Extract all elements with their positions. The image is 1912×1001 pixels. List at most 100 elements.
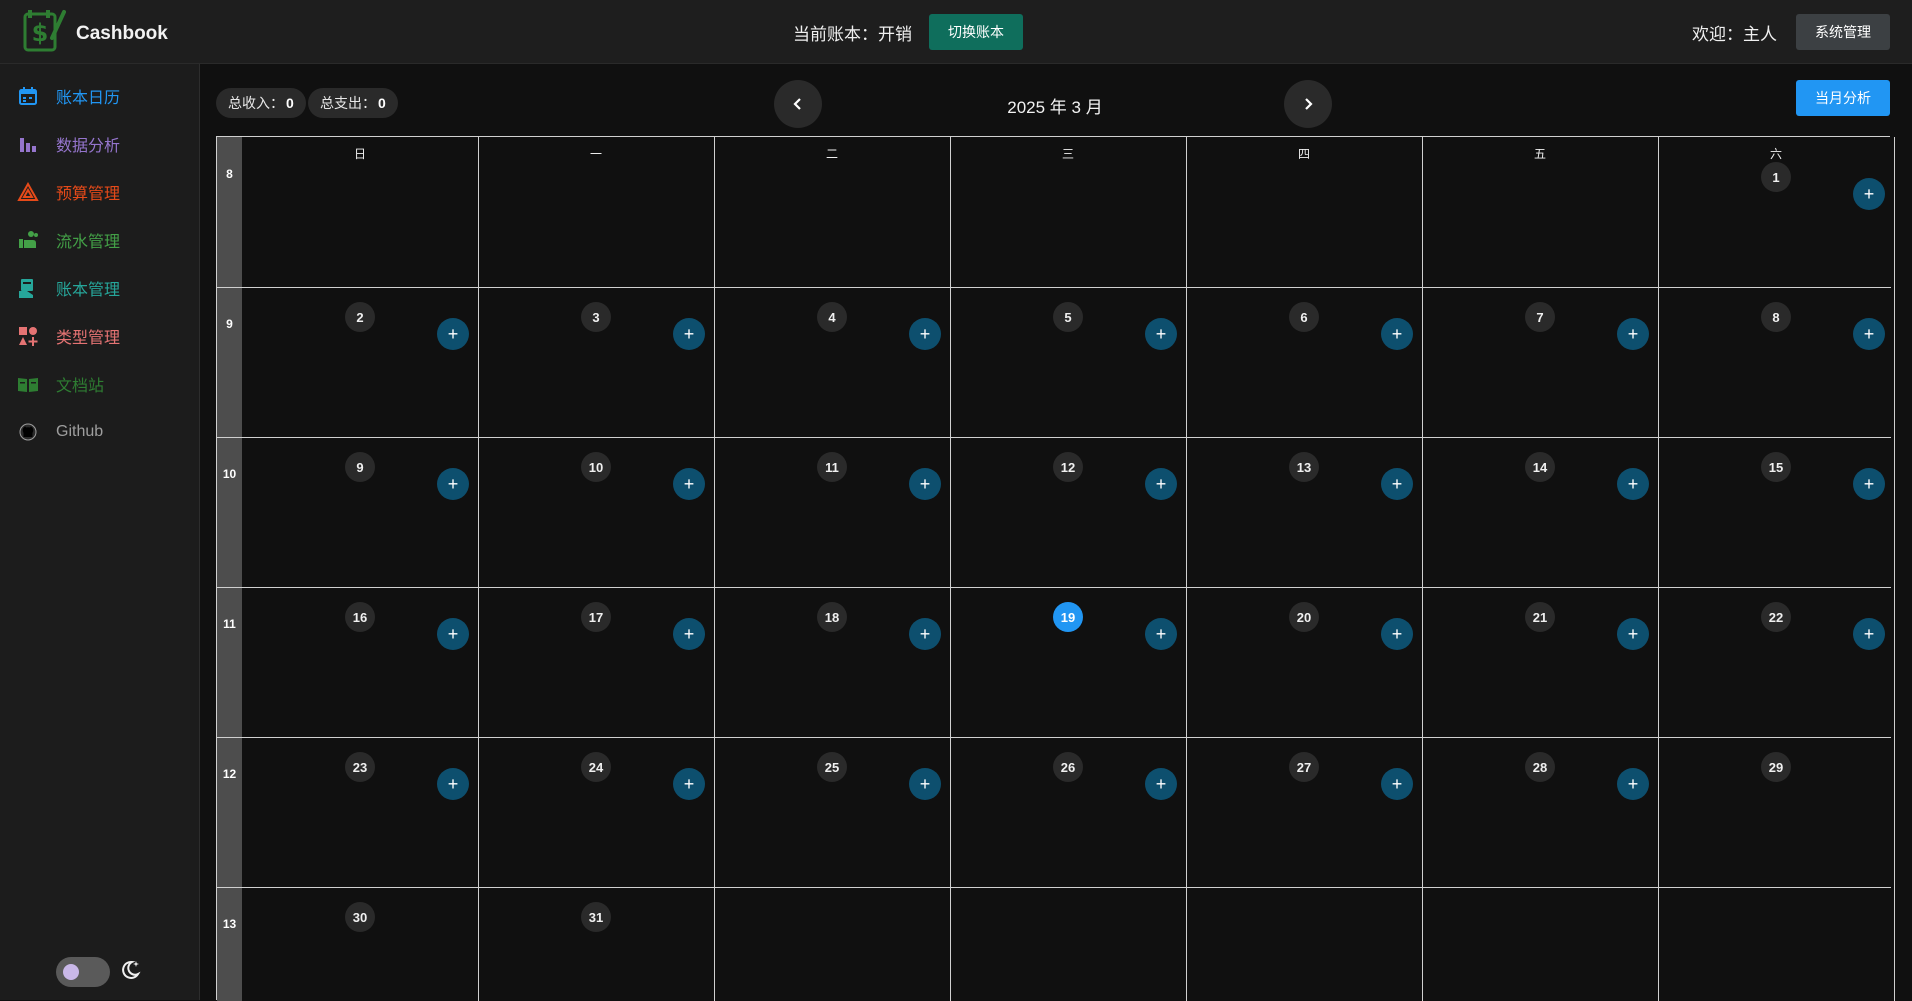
sidebar-item-analysis[interactable]: 数据分析 bbox=[0, 124, 200, 164]
day-number: 1 bbox=[1761, 162, 1791, 192]
month-title: 2025 年 3 月 bbox=[1007, 98, 1103, 117]
sidebar-item-budget[interactable]: 预算管理 bbox=[0, 172, 200, 212]
day-number: 6 bbox=[1289, 302, 1319, 332]
book-open-icon bbox=[16, 372, 40, 396]
brand-title: Cashbook bbox=[76, 23, 168, 44]
sidebar-item-label: 账本日历 bbox=[56, 90, 121, 107]
sidebar-item-label: 预算管理 bbox=[56, 186, 121, 203]
moon-icon bbox=[122, 960, 141, 979]
add-entry-button[interactable]: + bbox=[1617, 318, 1649, 350]
add-entry-button[interactable]: + bbox=[1853, 618, 1885, 650]
add-entry-button[interactable]: + bbox=[437, 618, 469, 650]
day-number: 18 bbox=[817, 602, 847, 632]
theme-toggle[interactable] bbox=[56, 957, 110, 987]
day-number: 14 bbox=[1525, 452, 1555, 482]
add-entry-button[interactable]: + bbox=[437, 768, 469, 800]
sidebar-item-books[interactable]: 账本管理 bbox=[0, 268, 200, 308]
grid-vline bbox=[1422, 137, 1423, 1001]
add-entry-button[interactable]: + bbox=[1853, 178, 1885, 210]
day-number: 25 bbox=[817, 752, 847, 782]
add-entry-button[interactable]: + bbox=[437, 318, 469, 350]
expense-value: 0 bbox=[378, 95, 386, 111]
week-number: 9 bbox=[226, 317, 233, 331]
cashbook-logo-icon: $ bbox=[23, 10, 66, 52]
add-entry-button[interactable]: + bbox=[1853, 318, 1885, 350]
prev-month-button[interactable] bbox=[774, 80, 822, 128]
grid-hline bbox=[217, 437, 1891, 438]
sidebar-item-calendar[interactable]: 账本日历 bbox=[0, 76, 200, 116]
day-number: 11 bbox=[817, 452, 847, 482]
add-entry-button[interactable]: + bbox=[1145, 618, 1177, 650]
day-number: 7 bbox=[1525, 302, 1555, 332]
sidebar-item-docs[interactable]: 文档站 bbox=[0, 364, 200, 404]
day-number: 31 bbox=[581, 902, 611, 932]
sidebar-item-types[interactable]: 类型管理 bbox=[0, 316, 200, 356]
day-number: 28 bbox=[1525, 752, 1555, 782]
grid-vline bbox=[1894, 137, 1895, 1001]
top-bar: $ Cashbook 当前账本：开销 切换账本 欢迎：主人 系统管理 bbox=[0, 0, 1912, 64]
calendar-grid: 日 一 二 三 四 五 六 8 1 +9 2 +3 +4 +5 +6 +7 +8 +10 9 +10 +11 +12 +13… bbox=[216, 136, 1895, 1001]
day-number: 24 bbox=[581, 752, 611, 782]
add-entry-button[interactable]: + bbox=[1145, 768, 1177, 800]
add-entry-button[interactable]: + bbox=[673, 318, 705, 350]
sidebar-item-label: 类型管理 bbox=[56, 330, 121, 347]
day-number: 21 bbox=[1525, 602, 1555, 632]
welcome-text: 欢迎：主人 bbox=[1692, 25, 1777, 44]
day-number: 5 bbox=[1053, 302, 1083, 332]
add-entry-button[interactable]: + bbox=[1617, 468, 1649, 500]
sidebar-item-label: 数据分析 bbox=[56, 138, 121, 155]
weekday-header: 三 bbox=[1061, 147, 1074, 161]
add-entry-button[interactable]: + bbox=[1853, 468, 1885, 500]
add-entry-button[interactable]: + bbox=[1617, 618, 1649, 650]
day-number: 17 bbox=[581, 602, 611, 632]
system-settings-button[interactable]: 系统管理 bbox=[1796, 14, 1890, 50]
add-entry-button[interactable]: + bbox=[909, 318, 941, 350]
month-analysis-button[interactable]: 当月分析 bbox=[1796, 80, 1890, 116]
add-entry-button[interactable]: + bbox=[1617, 768, 1649, 800]
income-value: 0 bbox=[286, 95, 294, 111]
sidebar-item-label: 流水管理 bbox=[56, 234, 121, 251]
add-entry-button[interactable]: + bbox=[1381, 618, 1413, 650]
weekday-header: 一 bbox=[589, 147, 602, 161]
add-entry-button[interactable]: + bbox=[909, 768, 941, 800]
today-day-number: 19 bbox=[1053, 602, 1083, 632]
add-entry-button[interactable]: + bbox=[1145, 468, 1177, 500]
chevron-right-icon bbox=[1305, 98, 1313, 110]
next-month-button[interactable] bbox=[1284, 80, 1332, 128]
add-entry-button[interactable]: + bbox=[673, 618, 705, 650]
day-number: 12 bbox=[1053, 452, 1083, 482]
day-number: 23 bbox=[345, 752, 375, 782]
week-number: 10 bbox=[222, 467, 237, 481]
add-entry-button[interactable]: + bbox=[1381, 318, 1413, 350]
hand-coin-icon bbox=[16, 228, 40, 252]
add-entry-button[interactable]: + bbox=[1381, 468, 1413, 500]
add-entry-button[interactable]: + bbox=[909, 468, 941, 500]
weekday-header: 六 bbox=[1769, 147, 1782, 161]
day-number: 26 bbox=[1053, 752, 1083, 782]
add-entry-button[interactable]: + bbox=[673, 468, 705, 500]
weekday-header: 五 bbox=[1533, 147, 1546, 161]
add-entry-button[interactable]: + bbox=[1381, 768, 1413, 800]
add-entry-button[interactable]: + bbox=[673, 768, 705, 800]
grid-vline bbox=[714, 137, 715, 1001]
add-entry-button[interactable]: + bbox=[909, 618, 941, 650]
toggle-knob bbox=[63, 964, 79, 980]
sidebar-item-label: Github bbox=[56, 423, 104, 440]
switch-book-button[interactable]: 切换账本 bbox=[929, 14, 1023, 50]
income-summary: 总收入： 0 bbox=[216, 88, 306, 118]
add-entry-button[interactable]: + bbox=[1145, 318, 1177, 350]
sidebar-item-github[interactable]: Github bbox=[0, 412, 200, 452]
grid-vline bbox=[478, 137, 479, 1001]
triangle-icon bbox=[16, 180, 40, 204]
income-label: 总收入： bbox=[228, 95, 284, 111]
book-hand-icon bbox=[16, 276, 40, 300]
weekday-header: 二 bbox=[825, 147, 838, 161]
grid-hline bbox=[217, 887, 1891, 888]
grid-vline bbox=[1658, 137, 1659, 1001]
sidebar-item-label: 账本管理 bbox=[56, 282, 121, 299]
calendar-icon bbox=[16, 84, 40, 108]
add-entry-button[interactable]: + bbox=[437, 468, 469, 500]
weekday-header: 日 bbox=[353, 147, 366, 161]
sidebar-item-flow[interactable]: 流水管理 bbox=[0, 220, 200, 260]
day-number: 2 bbox=[345, 302, 375, 332]
